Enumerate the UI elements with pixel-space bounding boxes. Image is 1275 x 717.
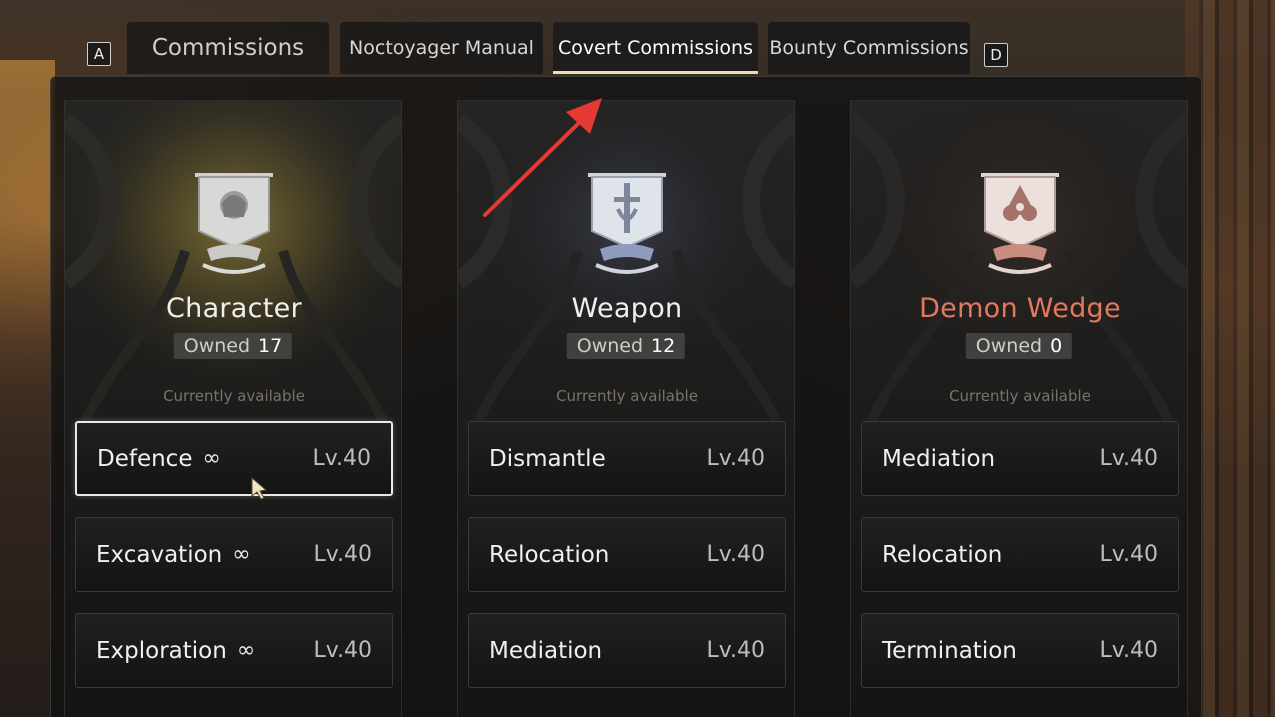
owned-label: Owned <box>576 335 644 357</box>
mission-name: Exploration ∞ <box>96 638 255 664</box>
key-hint-d: D <box>984 43 1008 67</box>
mission-label: Dismantle <box>489 445 606 472</box>
owned-label: Owned <box>183 335 251 357</box>
tab-bar: A Commissions Noctoyager Manual Covert C… <box>84 22 1014 74</box>
availability-text: Currently available <box>556 387 698 405</box>
mission-exploration[interactable]: Exploration ∞ Lv.40 <box>75 613 393 688</box>
mission-level: Lv.40 <box>706 542 765 567</box>
card-title: Demon Wedge <box>919 293 1121 324</box>
mission-level: Lv.40 <box>706 446 765 471</box>
mission-label: Relocation <box>489 541 610 568</box>
mission-name: Excavation ∞ <box>96 542 251 568</box>
owned-count: 0 <box>1050 335 1063 357</box>
mission-name: Defence ∞ <box>97 446 221 472</box>
annotation-arrow-icon <box>483 98 602 217</box>
availability-text: Currently available <box>949 387 1091 405</box>
key-hint-a: A <box>87 42 111 66</box>
mission-label: Defence <box>97 445 193 472</box>
owned-badge: Owned 12 <box>566 333 686 359</box>
card-title: Weapon <box>571 293 683 324</box>
mission-label: Mediation <box>882 445 996 472</box>
mission-relocation[interactable]: Relocation Lv.40 <box>468 517 786 592</box>
card-character: Character Owned 17 Currently available De… <box>64 100 402 717</box>
mission-level: Lv.40 <box>706 638 765 663</box>
mission-label: Excavation <box>96 541 223 568</box>
mission-level: Lv.40 <box>1099 638 1158 663</box>
mission-excavation[interactable]: Excavation ∞ Lv.40 <box>75 517 393 592</box>
tab-commissions[interactable]: Commissions <box>127 22 329 74</box>
owned-badge: Owned 17 <box>173 333 293 359</box>
card-title: Character <box>166 293 302 324</box>
mouse-cursor-icon <box>251 476 268 500</box>
tab-bounty-commissions[interactable]: Bounty Commissions <box>768 22 970 74</box>
mission-level: Lv.40 <box>1099 446 1158 471</box>
mission-level: Lv.40 <box>313 542 372 567</box>
mission-level: Lv.40 <box>1099 542 1158 567</box>
background-light <box>0 60 55 717</box>
mission-label: Mediation <box>489 637 603 664</box>
owned-count: 12 <box>651 335 676 357</box>
owned-label: Owned <box>975 335 1043 357</box>
card-demon-wedge: Demon Wedge Owned 0 Currently available M… <box>850 100 1188 717</box>
demon-wedge-emblem-icon <box>981 173 1059 274</box>
owned-badge: Owned 0 <box>965 333 1073 359</box>
mission-defence[interactable]: Defence ∞ Lv.40 <box>75 421 393 496</box>
mission-label: Relocation <box>882 541 1003 568</box>
mission-label: Exploration <box>96 637 227 664</box>
infinite-icon: ∞ <box>236 638 256 663</box>
mission-mediation[interactable]: Mediation Lv.40 <box>468 613 786 688</box>
infinite-icon: ∞ <box>232 542 251 567</box>
infinite-icon: ∞ <box>202 446 221 471</box>
tab-covert-commissions[interactable]: Covert Commissions <box>553 22 758 74</box>
mission-level: Lv.40 <box>312 446 371 471</box>
character-emblem-icon <box>195 173 273 274</box>
mission-level: Lv.40 <box>313 638 372 663</box>
mission-label: Termination <box>882 637 1017 664</box>
mission-relocation[interactable]: Relocation Lv.40 <box>861 517 1179 592</box>
owned-count: 17 <box>258 335 283 357</box>
tab-noctoyager-manual[interactable]: Noctoyager Manual <box>340 22 543 74</box>
availability-text: Currently available <box>163 387 305 405</box>
mission-mediation[interactable]: Mediation Lv.40 <box>861 421 1179 496</box>
mission-termination[interactable]: Termination Lv.40 <box>861 613 1179 688</box>
mission-dismantle[interactable]: Dismantle Lv.40 <box>468 421 786 496</box>
